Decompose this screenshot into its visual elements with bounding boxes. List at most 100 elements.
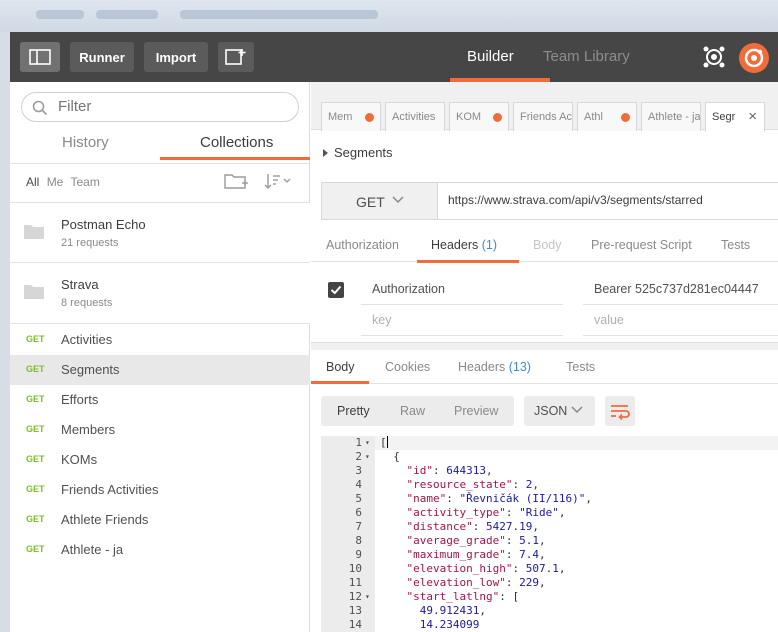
language-select[interactable]: JSON bbox=[524, 396, 595, 426]
code-line: "distance": 5427.19, bbox=[406, 520, 539, 533]
new-tab-button[interactable] bbox=[218, 42, 254, 72]
tab-prerequest-script[interactable]: Pre-request Script bbox=[591, 238, 692, 252]
tab-response-body[interactable]: Body bbox=[326, 360, 355, 374]
fold-arrow-icon[interactable]: ▾ bbox=[365, 592, 370, 601]
caret-right-icon bbox=[323, 149, 328, 157]
new-collection-icon[interactable] bbox=[223, 171, 251, 191]
line-number: 2 bbox=[355, 450, 362, 463]
request-tab[interactable]: Athlete - ja bbox=[641, 102, 701, 131]
sync-icon[interactable] bbox=[702, 45, 726, 69]
request-tab[interactable]: Athl bbox=[577, 102, 637, 131]
collection-strava[interactable]: Strava 8 requests bbox=[10, 262, 310, 324]
request-tab[interactable]: Mem bbox=[321, 102, 381, 131]
request-section-tabs: Authorization Headers (1) Body Pre-reque… bbox=[311, 228, 778, 262]
response-headers-count: (13) bbox=[508, 360, 531, 374]
request-tab[interactable]: KOM bbox=[449, 102, 509, 131]
wrap-lines-button[interactable] bbox=[605, 396, 635, 426]
code-line: "name": "Řevničák (II/116)", bbox=[406, 492, 592, 505]
sort-icon[interactable] bbox=[263, 171, 293, 191]
header-value-placeholder[interactable]: value bbox=[583, 306, 778, 336]
header-key-placeholder[interactable]: key bbox=[361, 306, 563, 336]
method-badge: GET bbox=[26, 394, 45, 404]
tab-tests[interactable]: Tests bbox=[721, 238, 750, 252]
filter-all[interactable]: All bbox=[26, 175, 39, 189]
request-name: Athlete - ja bbox=[61, 542, 124, 557]
filter-team[interactable]: Team bbox=[70, 175, 99, 189]
request-name: KOMs bbox=[61, 452, 98, 467]
tab-collections[interactable]: Collections bbox=[200, 134, 273, 151]
line-number: 14 bbox=[348, 618, 362, 631]
preview-button[interactable]: Preview bbox=[454, 404, 498, 418]
raw-button[interactable]: Raw bbox=[400, 404, 425, 418]
chevron-down-icon bbox=[392, 196, 404, 204]
request-tab-label: Activities bbox=[392, 111, 436, 123]
request-builder: Mem Activities KOM Friends Ac Athl Athle… bbox=[311, 82, 778, 632]
request-item[interactable]: GET Athlete - ja bbox=[10, 535, 310, 565]
request-item[interactable]: GET Friends Activities bbox=[10, 475, 310, 505]
fold-arrow-icon[interactable]: ▾ bbox=[365, 452, 370, 461]
line-number: 4 bbox=[355, 478, 362, 491]
header-value-field[interactable]: Bearer 525c737d281ec04447 bbox=[583, 275, 778, 305]
collection-postman-echo[interactable]: Postman Echo 21 requests bbox=[10, 202, 310, 263]
collection-name: Strava bbox=[61, 277, 99, 292]
header-key-field[interactable]: Authorization bbox=[361, 275, 563, 305]
search-box[interactable] bbox=[21, 92, 299, 122]
tab-response-headers-label: Headers bbox=[458, 360, 506, 374]
url-input[interactable]: https://www.strava.com/api/v3/segments/s… bbox=[448, 193, 703, 207]
request-item[interactable]: GET Athlete Friends bbox=[10, 505, 310, 535]
request-tab[interactable]: Activities bbox=[385, 102, 445, 131]
code-line: "start_latlng": [ bbox=[406, 590, 520, 603]
collection-name: Postman Echo bbox=[61, 217, 146, 232]
tab-body[interactable]: Body bbox=[533, 238, 562, 252]
tab-authorization[interactable]: Authorization bbox=[326, 238, 399, 252]
search-input[interactable] bbox=[58, 98, 288, 115]
tab-team-library[interactable]: Team Library bbox=[543, 48, 630, 65]
method-select[interactable]: GET bbox=[322, 183, 438, 219]
request-item[interactable]: GET Activities bbox=[10, 325, 310, 355]
request-tab-label: Segr bbox=[712, 111, 736, 123]
line-number: 13 bbox=[348, 604, 362, 617]
code-line: "activity_type": "Ride", bbox=[406, 506, 566, 519]
request-tab-active[interactable]: Segr × bbox=[705, 102, 765, 132]
code-line: "elevation_low": 229, bbox=[406, 576, 546, 589]
collection-filters: All Me Team bbox=[26, 175, 104, 189]
window-titlebar bbox=[0, 0, 778, 32]
header-enabled-checkbox[interactable] bbox=[328, 282, 344, 298]
request-name: Activities bbox=[61, 332, 113, 347]
breadcrumb[interactable]: Segments bbox=[323, 145, 393, 160]
tab-response-headers[interactable]: Headers (13) bbox=[458, 360, 531, 374]
chevron-down-icon bbox=[571, 406, 583, 414]
response-tabs: Body Cookies Headers (13) Tests bbox=[311, 350, 778, 384]
header-row: Authorization Bearer 525c737d281ec04447 bbox=[311, 275, 778, 305]
request-name: Segments bbox=[61, 362, 120, 377]
pretty-button[interactable]: Pretty bbox=[337, 404, 370, 418]
code-line: "average_grade": 5.1, bbox=[406, 534, 546, 547]
tab-headers[interactable]: Headers (1) bbox=[431, 238, 497, 252]
tab-history[interactable]: History bbox=[62, 134, 109, 151]
request-tab[interactable]: Friends Ac bbox=[513, 102, 573, 131]
request-item[interactable]: GET Segments bbox=[10, 355, 310, 385]
filter-me[interactable]: Me bbox=[47, 175, 64, 189]
request-tabstrip: Mem Activities KOM Friends Ac Athl Athle… bbox=[311, 82, 778, 132]
tab-response-cookies[interactable]: Cookies bbox=[385, 360, 430, 374]
section-divider bbox=[311, 342, 778, 350]
code-line: "id": 644313, bbox=[406, 464, 493, 477]
fold-arrow-icon[interactable]: ▾ bbox=[365, 438, 370, 447]
request-item[interactable]: GET Members bbox=[10, 415, 310, 445]
request-tab-label: Athlete - ja bbox=[648, 111, 701, 123]
request-tab-label: KOM bbox=[456, 111, 482, 123]
request-name: Efforts bbox=[61, 392, 99, 407]
request-item[interactable]: GET KOMs bbox=[10, 445, 310, 475]
toggle-sidebar-button[interactable] bbox=[20, 42, 60, 72]
runner-button[interactable]: Runner bbox=[70, 42, 134, 72]
close-icon[interactable]: × bbox=[748, 108, 757, 125]
user-avatar[interactable] bbox=[739, 43, 769, 73]
response-code-editor[interactable]: 1 ▾ 2 ▾ 3 4 5 6 7 8 9 10 11 12 ▾ 13 14 [ { … bbox=[321, 436, 778, 632]
line-number: 5 bbox=[355, 492, 362, 505]
import-button[interactable]: Import bbox=[144, 42, 208, 72]
request-item[interactable]: GET Efforts bbox=[10, 385, 310, 415]
tab-builder[interactable]: Builder bbox=[467, 48, 514, 65]
line-number: 11 bbox=[348, 576, 362, 589]
code-line: 14.234099 bbox=[419, 618, 480, 631]
tab-response-tests[interactable]: Tests bbox=[566, 360, 595, 374]
